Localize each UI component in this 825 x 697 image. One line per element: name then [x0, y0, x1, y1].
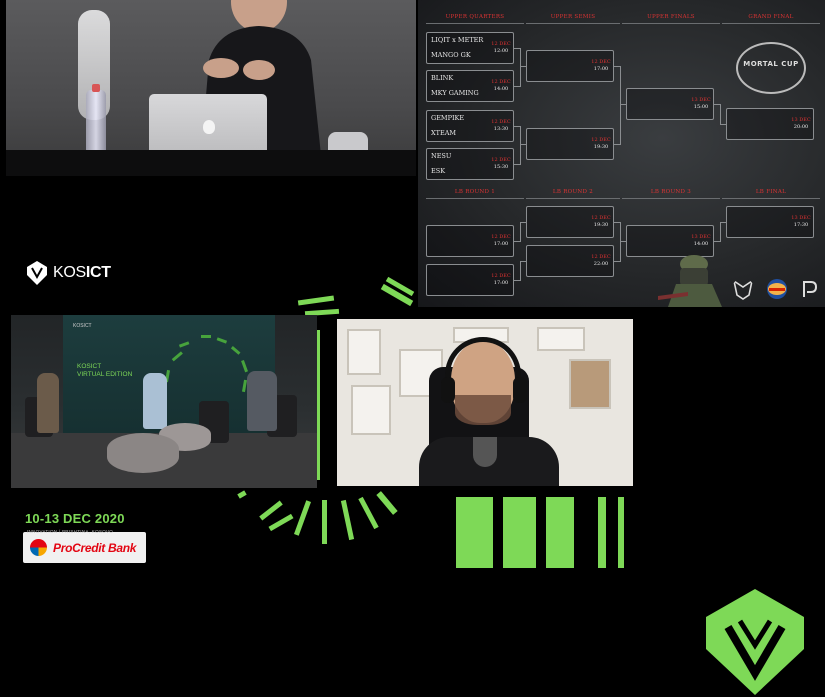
panelist: [143, 373, 167, 429]
sponsor-procredit: ProCredit Bank: [23, 532, 146, 563]
match-date: 12 DEC: [491, 79, 511, 85]
header-grand-final: GRAND FINAL: [722, 10, 820, 24]
match-time: 17:00: [493, 241, 509, 247]
match-date: 12 DEC: [491, 157, 511, 163]
event-date: 10-13 DEC 2020: [25, 511, 125, 526]
match-date: 13 DEC: [691, 97, 711, 103]
match-time: 14:00: [493, 86, 509, 92]
v-shield-large-icon: [706, 589, 804, 695]
team-name: LIQIT x METER: [431, 36, 484, 44]
match-date: 12 DEC: [591, 215, 611, 221]
burger-king-icon: [767, 279, 787, 299]
mask-icon: [732, 279, 754, 300]
procredit-logo-icon: [30, 539, 47, 556]
header-lb-round-1: LB ROUND 1: [426, 185, 524, 199]
header-lb-round-2: LB ROUND 2: [526, 185, 620, 199]
header-upper-finals: UPPER FINALS: [622, 10, 720, 24]
match-lb-final: 13 DEC 17:30: [726, 206, 814, 238]
water-bottle: [86, 84, 106, 154]
match-quarter-3: GEMPIKE XTEAM 12 DEC 13:30: [426, 110, 514, 142]
soldier-art: [658, 255, 722, 307]
match-time: 14:00: [693, 241, 709, 247]
accent-bar: [618, 497, 624, 568]
apple-logo-icon: [203, 120, 215, 134]
event-location: INNOVATION / PRISHTINA, KOSOVO: [27, 529, 114, 534]
header-lb-round-3: LB ROUND 3: [622, 185, 720, 199]
match-date: 12 DEC: [491, 234, 511, 240]
match-time: 17:00: [493, 280, 509, 286]
match-semi-2: 12 DEC 19:30: [526, 128, 614, 160]
match-time: 20:00: [793, 124, 809, 130]
team-name: MANGO GK: [431, 51, 471, 59]
team-name: XTEAM: [431, 129, 457, 137]
match-date: 12 DEC: [491, 41, 511, 47]
match-date: 12 DEC: [491, 273, 511, 279]
match-lb-round1-2: 12 DEC 17:00: [426, 264, 514, 296]
match-quarter-4: NESU ESK 12 DEC 15:30: [426, 148, 514, 180]
team-name: NESU: [431, 152, 452, 160]
match-time: 19:30: [593, 222, 609, 228]
match-time: 17:30: [793, 222, 809, 228]
tournament-logo-text: MORTAL CUP: [743, 60, 799, 68]
match-semi-1: 12 DEC 17:00: [526, 50, 614, 82]
headphones-icon: [445, 337, 521, 395]
match-lb-round1-1: 12 DEC 17:00: [426, 225, 514, 257]
coffee-table: [107, 433, 179, 473]
header-upper-quarters: UPPER QUARTERS: [426, 10, 524, 24]
team-name: MKY GAMING: [431, 89, 479, 97]
match-date: 12 DEC: [491, 119, 511, 125]
team-name: ESK: [431, 167, 446, 175]
match-grand-final: 13 DEC 20:00: [726, 108, 814, 140]
match-time: 12:00: [493, 48, 509, 54]
accent-bar: [456, 497, 493, 568]
p-icon: [803, 281, 818, 297]
match-lb-round2-2: 12 DEC 22:00: [526, 245, 614, 277]
match-date: 13 DEC: [691, 234, 711, 240]
match-date: 13 DEC: [791, 215, 811, 221]
studio-stage-video: KOSICT KOSICT VIRTUAL EDITION: [11, 315, 317, 488]
accent-bar: [503, 497, 536, 568]
panelist: [247, 371, 277, 431]
desk: [6, 150, 416, 176]
backdrop-logo: KOSICT: [73, 323, 92, 329]
tournament-bracket: UPPER QUARTERS UPPER SEMIS UPPER FINALS …: [418, 0, 825, 307]
match-quarter-2: BLINK MKY GAMING 12 DEC 14:00: [426, 70, 514, 102]
match-time: 13:30: [493, 126, 509, 132]
match-date: 12 DEC: [591, 59, 611, 65]
match-time: 22:00: [593, 261, 609, 267]
accent-bar: [598, 497, 606, 568]
match-quarter-1: LIQIT x METER MANGO GK 12 DEC 12:00: [426, 32, 514, 64]
team-name: GEMPIKE: [431, 114, 465, 122]
match-date: 13 DEC: [791, 117, 811, 123]
match-time: 15:30: [493, 164, 509, 170]
header-upper-semis: UPPER SEMIS: [526, 10, 620, 24]
panelist: [37, 373, 59, 433]
v-shield-icon: [27, 261, 47, 285]
match-date: 12 DEC: [591, 137, 611, 143]
tournament-logo: [736, 42, 806, 94]
match-time: 19:30: [593, 144, 609, 150]
kosict-wordmark: KOSICT: [53, 264, 111, 281]
presenter-video: [6, 0, 416, 176]
match-time: 17:00: [593, 66, 609, 72]
accent-bar: [546, 497, 574, 568]
match-lb-round2-1: 12 DEC 19:30: [526, 206, 614, 238]
team-name: BLINK: [431, 74, 454, 82]
match-date: 12 DEC: [591, 254, 611, 260]
match-time: 15:00: [693, 104, 709, 110]
backdrop-title: KOSICT VIRTUAL EDITION: [77, 363, 133, 378]
header-lb-final: LB FINAL: [722, 185, 820, 199]
match-upper-final: 13 DEC 15:00: [626, 88, 714, 120]
webcam-video: [337, 319, 633, 486]
